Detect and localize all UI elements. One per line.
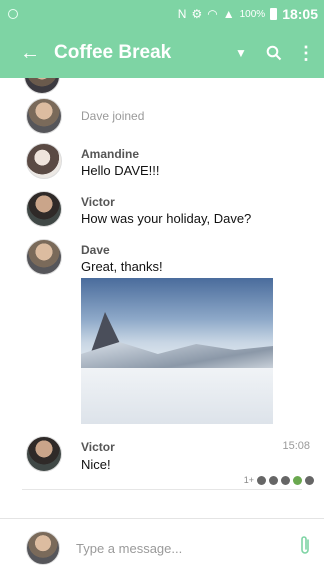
message-list[interactable]: Dave joined Amandine Hello DAVE!!! Victo…: [0, 78, 324, 518]
vibrate-icon: ⚙: [191, 7, 203, 21]
avatar[interactable]: [24, 78, 60, 94]
read-receipts[interactable]: 1+: [244, 475, 314, 485]
message-text: Nice!: [81, 457, 111, 472]
message-composer: [0, 518, 324, 574]
battery-percent: 100%: [239, 8, 266, 20]
divider: [22, 489, 302, 490]
status-icons: N ⚙ ◠ ▲ 100% 18:05: [178, 6, 318, 22]
avatar[interactable]: [26, 436, 62, 472]
room-title: Coffee Break: [54, 42, 172, 63]
avatar[interactable]: [26, 191, 62, 227]
wifi-icon: ◠: [207, 7, 218, 21]
status-bar: N ⚙ ◠ ▲ 100% 18:05: [0, 0, 324, 28]
signal-icon: ▲: [222, 7, 235, 21]
snow-field-graphic: [81, 368, 273, 424]
app-bar: ← Coffee Break ▼ ⋮: [0, 28, 324, 78]
avatar[interactable]: [26, 143, 62, 179]
paperclip-icon[interactable]: [298, 535, 312, 557]
message-text: Great, thanks!: [81, 259, 163, 274]
read-receipt-avatar: [257, 475, 266, 485]
avatar[interactable]: [26, 98, 62, 134]
image-attachment[interactable]: [81, 278, 273, 424]
nfc-icon: N: [177, 7, 187, 21]
read-receipt-avatar: [269, 475, 278, 485]
message-input[interactable]: [76, 537, 286, 559]
read-receipt-avatar: [293, 475, 302, 485]
join-notice: Dave joined: [81, 109, 145, 123]
avatar[interactable]: [26, 239, 62, 275]
sender-name[interactable]: Amandine: [81, 147, 139, 161]
more-vertical-icon[interactable]: ⋮: [292, 28, 320, 78]
read-receipt-count: 1+: [243, 475, 254, 485]
sender-name[interactable]: Victor: [81, 440, 115, 454]
message-timestamp: 15:08: [282, 440, 310, 452]
user-avatar[interactable]: [26, 531, 60, 565]
notification-icon: [8, 9, 18, 19]
sender-name[interactable]: Dave: [81, 243, 110, 257]
clock: 18:05: [282, 6, 318, 22]
read-receipt-avatar: [305, 475, 314, 485]
battery-icon: [270, 8, 278, 20]
back-arrow-icon[interactable]: ←: [10, 28, 50, 78]
sender-name[interactable]: Victor: [81, 195, 115, 209]
read-receipt-avatar: [281, 475, 290, 485]
search-icon[interactable]: [256, 28, 292, 78]
message-text: Hello DAVE!!!: [81, 163, 160, 178]
message-text: How was your holiday, Dave?: [81, 211, 252, 226]
chevron-down-icon[interactable]: ▼: [226, 28, 256, 78]
